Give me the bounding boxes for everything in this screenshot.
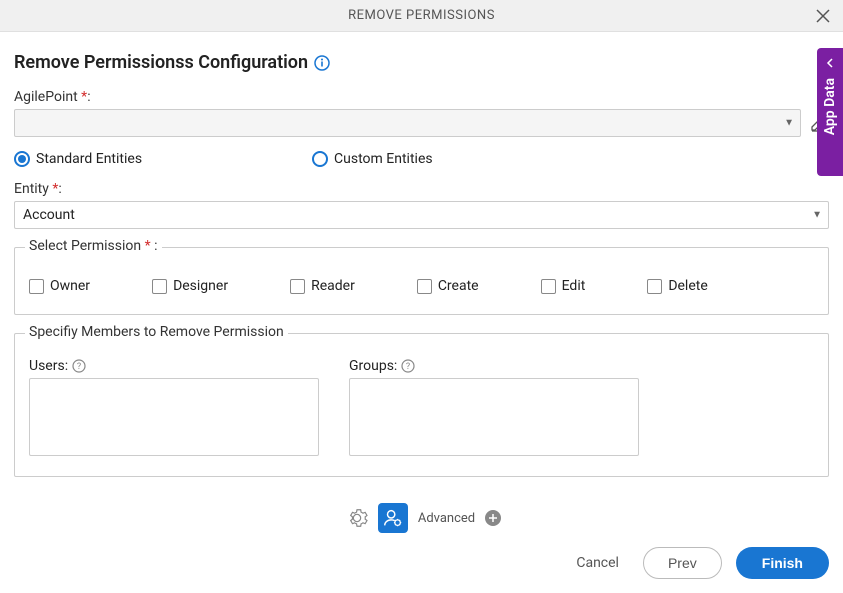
checkbox-delete[interactable]: Delete (647, 278, 707, 294)
gear-icon (346, 507, 368, 529)
groups-textarea[interactable] (349, 378, 639, 456)
chevron-down-icon: ▼ (784, 118, 794, 129)
bottom-icon-row: Advanced (14, 503, 829, 533)
radio-icon (312, 151, 328, 167)
checkbox-label: Owner (50, 278, 90, 294)
members-legend: Specifiy Members to Remove Permission (25, 324, 288, 340)
page-title: Remove Permissionss Configuration (14, 52, 308, 73)
cancel-button[interactable]: Cancel (566, 549, 629, 577)
checkbox-owner[interactable]: Owner (29, 278, 90, 294)
prev-button[interactable]: Prev (643, 547, 722, 579)
help-icon[interactable]: ? (401, 359, 415, 373)
app-data-tab[interactable]: App Data (817, 48, 843, 176)
button-row: Cancel Prev Finish (14, 547, 829, 579)
groups-label: Groups: (349, 358, 397, 374)
plus-icon (488, 513, 498, 523)
users-column: Users: ? (29, 358, 319, 456)
agilepoint-select[interactable]: ▼ (14, 109, 801, 137)
checkbox-icon (152, 279, 167, 294)
permissions-checkbox-row: Owner Designer Reader Create Edit Delete (29, 278, 814, 294)
checkbox-reader[interactable]: Reader (290, 278, 355, 294)
checkbox-designer[interactable]: Designer (152, 278, 228, 294)
checkbox-label: Delete (668, 278, 707, 294)
svg-text:?: ? (406, 362, 410, 372)
users-textarea[interactable] (29, 378, 319, 456)
settings-button[interactable] (342, 503, 372, 533)
chevron-down-icon: ▼ (812, 210, 822, 221)
entity-type-radio-group: Standard Entities Custom Entities (14, 151, 829, 167)
groups-column: Groups: ? (349, 358, 639, 456)
checkbox-icon (647, 279, 662, 294)
checkbox-icon (290, 279, 305, 294)
radio-label: Custom Entities (334, 151, 433, 167)
checkbox-icon (417, 279, 432, 294)
entity-label: Entity *: (14, 181, 829, 197)
members-fieldset: Specifiy Members to Remove Permission Us… (14, 333, 829, 477)
radio-icon (14, 151, 30, 167)
entity-field: Entity *: Account ▼ (14, 181, 829, 229)
page-title-row: Remove Permissionss Configuration (14, 52, 829, 73)
svg-text:?: ? (77, 362, 81, 372)
dialog-title: REMOVE PERMISSIONS (348, 8, 495, 23)
checkbox-edit[interactable]: Edit (541, 278, 586, 294)
user-config-button[interactable] (378, 503, 408, 533)
radio-label: Standard Entities (36, 151, 142, 167)
checkbox-icon (541, 279, 556, 294)
chevron-left-icon (825, 56, 835, 72)
permissions-fieldset: Select Permission * : Owner Designer Rea… (14, 247, 829, 315)
checkbox-label: Designer (173, 278, 228, 294)
agilepoint-label: AgilePoint *: (14, 89, 829, 105)
finish-button[interactable]: Finish (736, 547, 829, 579)
info-icon[interactable] (314, 55, 330, 71)
add-advanced-button[interactable] (485, 510, 501, 526)
radio-standard-entities[interactable]: Standard Entities (14, 151, 142, 167)
checkbox-label: Edit (562, 278, 586, 294)
checkbox-label: Reader (311, 278, 355, 294)
checkbox-label: Create (438, 278, 479, 294)
close-icon (816, 9, 830, 23)
app-data-label: App Data (822, 78, 838, 135)
checkbox-icon (29, 279, 44, 294)
dialog-header: REMOVE PERMISSIONS (0, 0, 843, 32)
entity-value: Account (23, 207, 75, 223)
users-label: Users: (29, 358, 68, 374)
help-icon[interactable]: ? (72, 359, 86, 373)
checkbox-create[interactable]: Create (417, 278, 479, 294)
dialog-content: Remove Permissionss Configuration AgileP… (0, 32, 843, 487)
close-button[interactable] (811, 4, 835, 28)
user-gear-icon (382, 507, 404, 529)
bottom-bar: Advanced Cancel Prev Finish (0, 495, 843, 593)
entity-select[interactable]: Account ▼ (14, 201, 829, 229)
permissions-legend: Select Permission * : (25, 238, 162, 254)
advanced-label: Advanced (418, 511, 475, 526)
radio-custom-entities[interactable]: Custom Entities (312, 151, 433, 167)
agilepoint-field: AgilePoint *: ▼ (14, 89, 829, 137)
